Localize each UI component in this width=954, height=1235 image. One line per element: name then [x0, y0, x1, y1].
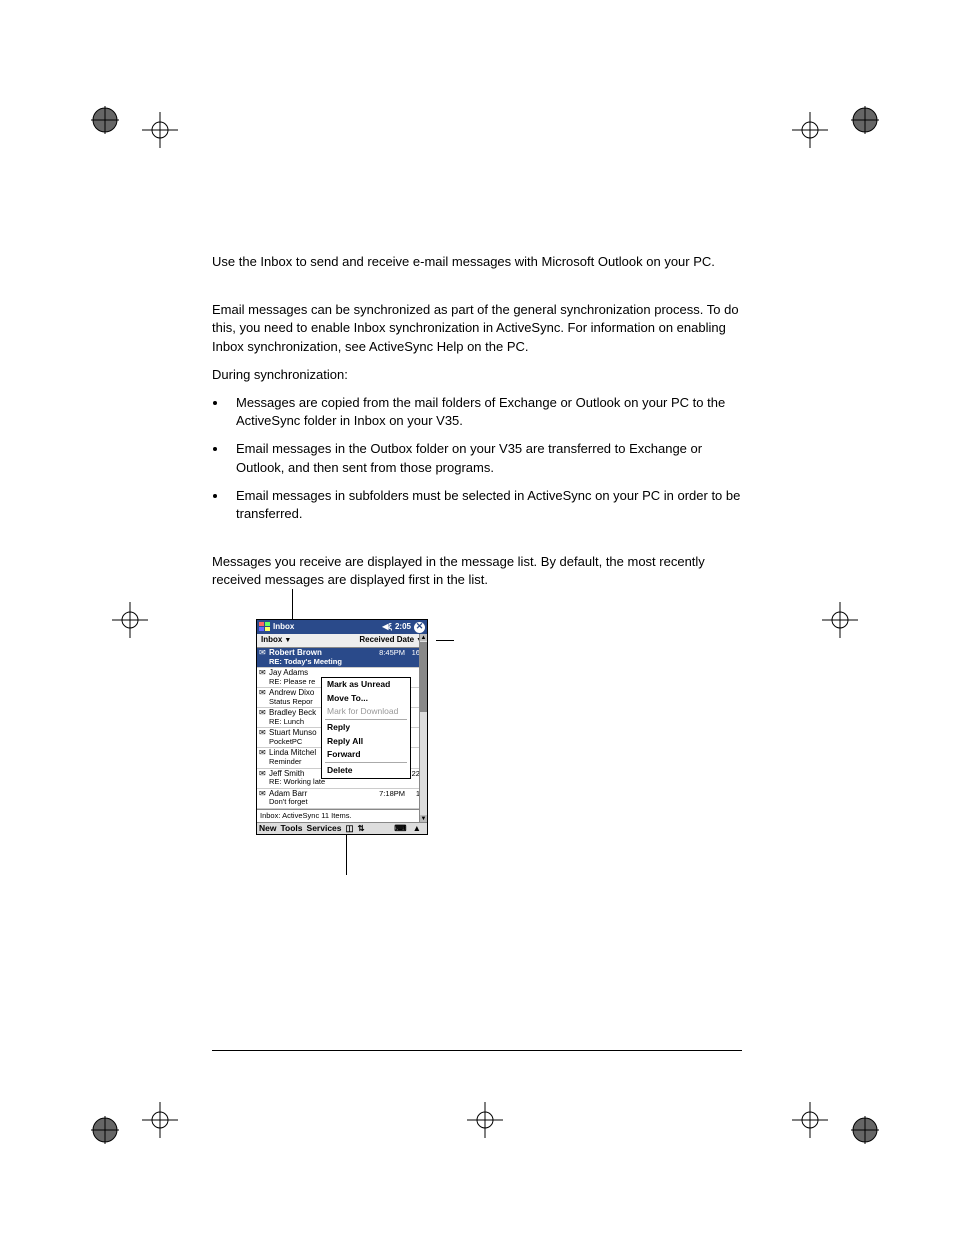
body-paragraph: During synchronization: — [212, 366, 742, 384]
message-list: ✉ Robert BrownRE: Today's Meeting 8:45PM… — [257, 648, 427, 808]
bullet-item: Email messages in subfolders must be sel… — [228, 487, 742, 523]
footer-rule — [212, 1050, 742, 1051]
registration-mark — [825, 1090, 885, 1150]
speaker-icon[interactable]: ◀ξ — [382, 623, 392, 632]
registration-mark — [810, 590, 870, 650]
callout-line — [292, 589, 293, 619]
ctx-reply[interactable]: Reply — [322, 721, 410, 734]
toolbar-icon[interactable]: ⇅ — [358, 824, 365, 833]
mail-icon: ✉ — [259, 729, 269, 738]
mail-icon: ✉ — [259, 669, 269, 678]
menu-services[interactable]: Services — [307, 824, 342, 833]
keyboard-icon[interactable]: ⌨ — [394, 824, 406, 833]
ctx-separator — [325, 719, 407, 720]
registration-mark — [455, 1090, 515, 1150]
registration-mark — [825, 100, 885, 160]
pda-clock: 2:05 — [395, 623, 411, 632]
folder-picker[interactable]: Inbox▼ — [261, 636, 291, 645]
body-paragraph: Messages you receive are displayed in th… — [212, 553, 742, 589]
pda-menubar: New Tools Services ◫ ⇅ ⌨ ▲ — [257, 822, 427, 834]
mail-icon: ✉ — [259, 689, 269, 698]
ctx-delete[interactable]: Delete — [322, 764, 410, 777]
body-paragraph: Email messages can be synchronized as pa… — [212, 301, 742, 356]
ctx-forward[interactable]: Forward — [322, 748, 410, 761]
start-icon[interactable] — [259, 622, 271, 632]
context-menu: Mark as Unread Move To... Mark for Downl… — [321, 677, 411, 778]
body-paragraph: Use the Inbox to send and receive e-mail… — [212, 253, 742, 271]
registration-mark — [100, 590, 160, 650]
scroll-up-icon[interactable]: ▲ — [420, 634, 427, 641]
pda-titlebar: Inbox ◀ξ 2:05 ✕ — [257, 620, 427, 634]
scrollbar[interactable]: ▲ ▼ — [419, 634, 427, 822]
toolbar-icon[interactable]: ◫ — [346, 824, 354, 833]
up-arrow-icon[interactable]: ▲ — [413, 824, 421, 833]
bullet-item: Email messages in the Outbox folder on y… — [228, 440, 742, 476]
mail-icon: ✉ — [259, 790, 269, 799]
ctx-mark-download: Mark for Download — [322, 705, 410, 718]
message-row[interactable]: ✉ Robert BrownRE: Today's Meeting 8:45PM… — [257, 648, 427, 668]
sort-picker[interactable]: Received Date▼ — [359, 636, 423, 645]
message-row[interactable]: ✉ Adam BarrDon't forget 7:18PM 1K — [257, 789, 427, 809]
mail-icon: ✉ — [259, 770, 269, 779]
pda-statusbar: Inbox: ActiveSync 11 Items. — [257, 809, 427, 822]
scroll-thumb[interactable] — [420, 642, 427, 712]
callout-line — [346, 835, 347, 875]
mail-icon: ✉ — [259, 649, 269, 658]
mail-icon: ✉ — [259, 749, 269, 758]
registration-mark — [130, 1090, 190, 1150]
bullet-item: Messages are copied from the mail folder… — [228, 394, 742, 430]
pda-subheader: Inbox▼ Received Date▼ — [257, 634, 427, 648]
ctx-move-to[interactable]: Move To... — [322, 692, 410, 705]
scroll-down-icon[interactable]: ▼ — [420, 815, 427, 822]
ctx-separator — [325, 762, 407, 763]
mail-icon: ✉ — [259, 709, 269, 718]
menu-tools[interactable]: Tools — [280, 824, 302, 833]
ctx-reply-all[interactable]: Reply All — [322, 735, 410, 748]
screenshot-figure: Inbox ◀ξ 2:05 ✕ Inbox▼ Received Date▼ ✉ … — [256, 619, 436, 835]
menu-new[interactable]: New — [259, 824, 276, 833]
registration-mark — [130, 100, 190, 160]
close-icon[interactable]: ✕ — [414, 622, 425, 633]
ctx-mark-unread[interactable]: Mark as Unread — [322, 678, 410, 691]
pda-inbox-screenshot: Inbox ◀ξ 2:05 ✕ Inbox▼ Received Date▼ ✉ … — [256, 619, 428, 835]
callout-line — [436, 640, 454, 641]
pda-title-label: Inbox — [273, 623, 294, 632]
